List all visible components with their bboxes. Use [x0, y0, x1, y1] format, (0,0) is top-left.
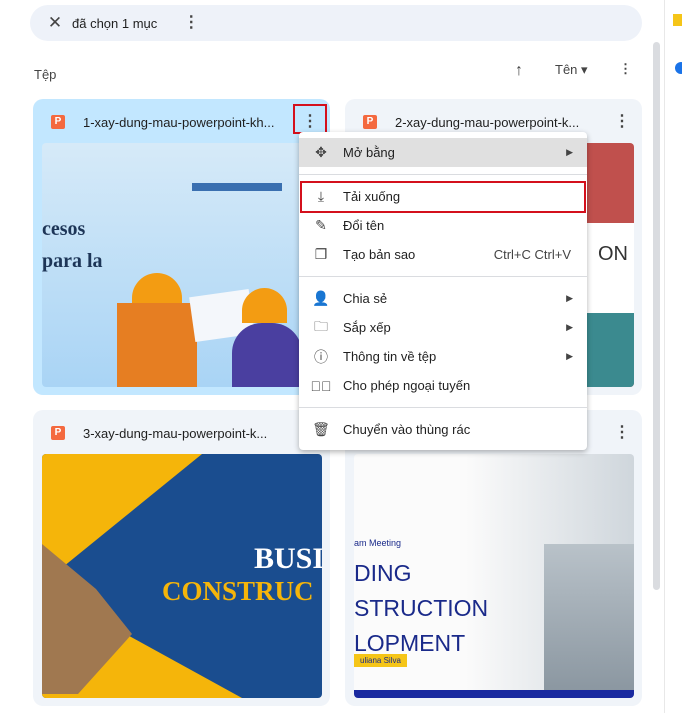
file-name: 1-xay-dung-mau-powerpoint-kh...: [83, 114, 275, 130]
trash-icon: 🗑: [312, 421, 330, 437]
menu-item-organize[interactable]: 🗀 Sắp xếp ▶: [299, 313, 587, 342]
submenu-arrow-icon: ▶: [566, 147, 573, 157]
menu-item-rename[interactable]: ✎ Đổi tên: [299, 211, 587, 240]
sort-by-button[interactable]: Tên ▾: [555, 62, 588, 78]
tasks-icon[interactable]: [675, 62, 682, 74]
file-more-button[interactable]: ⋮: [612, 425, 632, 441]
powerpoint-icon: P: [51, 426, 65, 440]
selection-toolbar: ✕ đã chọn 1 mục ⋮: [30, 5, 642, 41]
offline-icon: ✓⃝: [310, 377, 332, 394]
file-thumbnail: am Meeting DING STRUCTION LOPMENT uliana S…: [354, 454, 634, 698]
drive-main: ✕ đã chọn 1 mục ⋮ Tệp ↑ Tên ▾ ⋮ P 1-xay-d…: [0, 0, 662, 713]
submenu-arrow-icon: ▶: [566, 293, 573, 303]
info-icon: ⓘ: [314, 348, 328, 365]
file-thumbnail: BUSI CONSTRUC: [42, 454, 322, 698]
file-more-button[interactable]: ⋮: [612, 114, 632, 130]
view-options-button[interactable]: ⋮: [619, 62, 632, 75]
copy-icon: ❐: [314, 246, 328, 262]
right-side-panel: [664, 0, 682, 713]
file-thumbnail: cesos para la: [42, 143, 322, 387]
menu-item-offline[interactable]: ✓⃝ Cho phép ngoại tuyến: [299, 371, 587, 400]
selection-count: đã chọn 1 mục: [72, 15, 158, 31]
menu-item-open-with[interactable]: ✥ Mở bằng ▶: [299, 138, 587, 167]
menu-item-share[interactable]: 👤 Chia sẻ ▶: [299, 284, 587, 313]
file-name: 2-xay-dung-mau-powerpoint-k...: [395, 114, 580, 130]
scrollbar[interactable]: [653, 42, 660, 590]
clear-selection-button[interactable]: ✕: [40, 13, 70, 33]
powerpoint-icon: P: [51, 115, 65, 129]
file-card[interactable]: P 1-xay-dung-mau-powerpoint-kh... ⋮ cesos p…: [33, 99, 330, 395]
menu-item-trash[interactable]: 🗑 Chuyển vào thùng rác: [299, 415, 587, 444]
file-name: 3-xay-dung-mau-powerpoint-k...: [83, 425, 268, 441]
submenu-arrow-icon: ▶: [566, 322, 573, 332]
submenu-arrow-icon: ▶: [566, 351, 573, 361]
more-actions-button[interactable]: ⋮: [183, 15, 199, 31]
section-label: Tệp: [34, 67, 57, 82]
menu-item-file-info[interactable]: ⓘ Thông tin về tệp ▶: [299, 342, 587, 371]
folder-icon: 🗀: [314, 317, 328, 334]
powerpoint-icon: P: [363, 115, 377, 129]
rename-icon: ✎: [315, 217, 327, 233]
person-add-icon: 👤: [312, 290, 330, 306]
menu-item-make-copy[interactable]: ❐ Tạo bản sao Ctrl+C Ctrl+V: [299, 240, 587, 269]
sort-direction-button[interactable]: ↑: [515, 62, 523, 80]
keep-icon[interactable]: [673, 14, 682, 26]
file-card[interactable]: P 3-xay-dung-mau-powerpoint-k... BUSI CON…: [33, 410, 330, 706]
file-card[interactable]: ⋮ am Meeting DING STRUCTION LOPMENT uliana…: [345, 410, 642, 706]
context-menu: ✥ Mở bằng ▶ ⤓ Tải xuống ✎ Đổi tên ❐ Tạo bản s…: [299, 132, 587, 450]
highlight-download: [300, 181, 586, 213]
highlight-more-button: [293, 104, 327, 134]
open-with-icon: ✥: [315, 144, 327, 160]
